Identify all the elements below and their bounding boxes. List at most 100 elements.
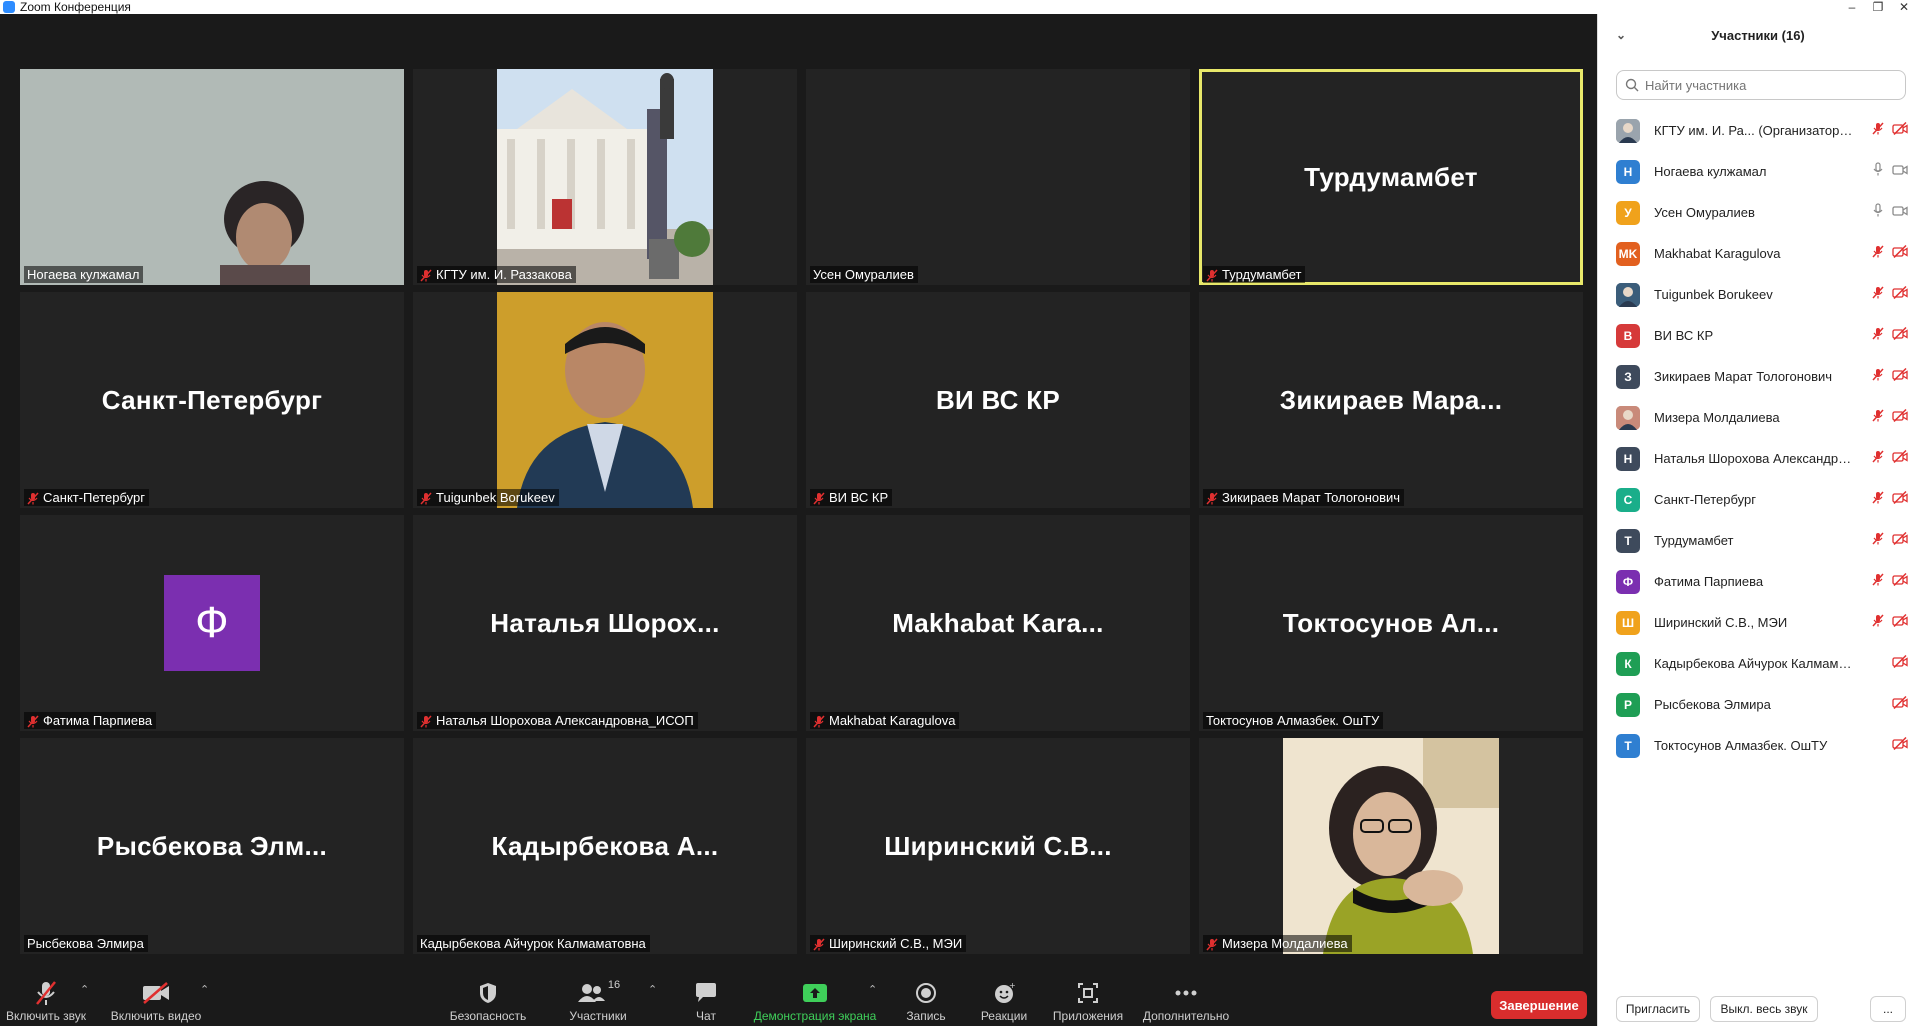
tile-name-label: Ширинский С.В., МЭИ bbox=[810, 935, 967, 952]
reactions-button[interactable]: + Реакции bbox=[968, 969, 1040, 1026]
tile-display-name: Рысбекова Элм... bbox=[96, 830, 328, 861]
participant-row[interactable]: КГТУ им. И. Ра... (Организатор, я) bbox=[1598, 110, 1917, 151]
video-tile[interactable]: Рысбекова Элм... Рысбекова Элмира bbox=[20, 738, 404, 954]
video-tile[interactable]: Ф Фатима Парпиева bbox=[20, 515, 404, 731]
tile-name: Makhabat Karagulova bbox=[829, 713, 956, 728]
participant-status-icons bbox=[1892, 654, 1908, 673]
participant-row[interactable]: Мизера Молдалиева bbox=[1598, 397, 1917, 438]
collapse-chevron-icon[interactable]: ⌄ bbox=[1616, 28, 1626, 42]
minimize-button[interactable]: – bbox=[1840, 0, 1864, 14]
participant-row[interactable]: Р Рысбекова Элмира bbox=[1598, 684, 1917, 725]
close-button[interactable]: ✕ bbox=[1892, 0, 1916, 14]
tile-name-label: Рысбекова Элмира bbox=[24, 935, 148, 952]
participant-name: Токтосунов Алмазбек. ОшТУ bbox=[1654, 738, 1828, 753]
video-tile[interactable]: Усен Омуралиев bbox=[806, 69, 1190, 285]
participant-status-icons bbox=[1872, 244, 1908, 263]
participant-avatar: Н bbox=[1616, 159, 1640, 184]
mic-muted-icon bbox=[1872, 449, 1884, 468]
participant-status-icons bbox=[1872, 162, 1908, 181]
tile-name-label: Фатима Парпиева bbox=[24, 712, 157, 729]
mic-muted-icon bbox=[1872, 408, 1884, 427]
participant-row[interactable]: С Санкт-Петербург bbox=[1598, 479, 1917, 520]
participant-search[interactable] bbox=[1616, 70, 1906, 100]
tile-name: Кадырбекова Айчурок Калмаматовна bbox=[420, 936, 646, 951]
participants-options-caret[interactable]: ⌃ bbox=[648, 983, 657, 996]
video-tile[interactable]: Makhabat Kara... Makhabat Karagulova bbox=[806, 515, 1190, 731]
participant-row[interactable]: Н Наталья Шорохова Александро... bbox=[1598, 438, 1917, 479]
security-button[interactable]: Безопасность bbox=[446, 969, 530, 1026]
participant-row[interactable]: К Кадырбекова Айчурок Калмаматов... bbox=[1598, 643, 1917, 684]
video-tile[interactable]: Санкт-Петербург Санкт-Петербург bbox=[20, 292, 404, 508]
video-tile[interactable]: Турдумамбет Турдумамбет bbox=[1199, 69, 1583, 285]
video-options-caret[interactable]: ⌃ bbox=[200, 983, 209, 996]
participant-status-icons bbox=[1892, 695, 1908, 714]
participant-row[interactable]: Ш Ширинский С.В., МЭИ bbox=[1598, 602, 1917, 643]
participant-status-icons bbox=[1872, 408, 1908, 427]
camera-off-icon bbox=[1892, 490, 1908, 509]
video-tile[interactable]: Зикираев Мара... Зикираев Марат Тологонов… bbox=[1199, 292, 1583, 508]
record-button[interactable]: Запись bbox=[890, 969, 962, 1026]
share-screen-button[interactable]: Демонстрация экрана bbox=[748, 969, 882, 1026]
tile-display-name: Зикираев Мара... bbox=[1279, 384, 1503, 415]
participant-row[interactable]: Н Ногаева кулжамал bbox=[1598, 151, 1917, 192]
search-input[interactable] bbox=[1643, 76, 1887, 94]
restore-button[interactable]: ❐ bbox=[1866, 0, 1890, 14]
mic-muted-icon bbox=[1872, 531, 1884, 550]
participant-name: Мизера Молдалиева bbox=[1654, 410, 1780, 425]
tile-name: Усен Омуралиев bbox=[813, 267, 914, 282]
video-tile[interactable]: Ширинский С.В... Ширинский С.В., МЭИ bbox=[806, 738, 1190, 954]
participant-row[interactable]: Т Турдумамбет bbox=[1598, 520, 1917, 561]
tile-name-label: Зикираев Марат Тологонович bbox=[1203, 489, 1405, 506]
tile-name: Токтосунов Алмазбек. ОшТУ bbox=[1206, 713, 1380, 728]
participant-row[interactable]: Т Токтосунов Алмазбек. ОшТУ bbox=[1598, 725, 1917, 766]
participant-name: ВИ ВС КР bbox=[1654, 328, 1714, 343]
participant-status-icons bbox=[1872, 490, 1908, 509]
participant-row[interactable]: Tuigunbek Borukeev bbox=[1598, 274, 1917, 315]
video-tile[interactable]: КГТУ им. И. Раззакова bbox=[413, 69, 797, 285]
tile-name-label: Мизера Молдалиева bbox=[1203, 935, 1352, 952]
panel-footer: Пригласить Выкл. весь звук ... bbox=[1598, 996, 1917, 1026]
camera-off-icon bbox=[1892, 244, 1908, 263]
video-tile[interactable]: Tuigunbek Borukeev bbox=[413, 292, 797, 508]
video-tile[interactable]: Токтосунов Ал... Токтосунов Алмазбек. ОшТ… bbox=[1199, 515, 1583, 731]
tile-name: Фатима Парпиева bbox=[43, 713, 153, 728]
start-video-button[interactable]: Включить видео bbox=[108, 969, 204, 1026]
mic-muted-icon bbox=[1872, 490, 1884, 509]
share-options-caret[interactable]: ⌃ bbox=[868, 983, 877, 996]
svg-text:+: + bbox=[1009, 982, 1015, 990]
video-tile[interactable]: Мизера Молдалиева bbox=[1199, 738, 1583, 954]
camera-off-icon bbox=[1892, 285, 1908, 304]
panel-more-button[interactable]: ... bbox=[1870, 996, 1906, 1022]
more-button[interactable]: Дополнительно bbox=[1138, 969, 1234, 1026]
participant-row[interactable]: З Зикираев Марат Тологонович bbox=[1598, 356, 1917, 397]
invite-button[interactable]: Пригласить bbox=[1616, 996, 1700, 1022]
apps-button[interactable]: Приложения bbox=[1046, 969, 1130, 1026]
participant-row[interactable]: Ф Фатима Парпиева bbox=[1598, 561, 1917, 602]
participant-name: Зикираев Марат Тологонович bbox=[1654, 369, 1833, 384]
participant-row[interactable]: В ВИ ВС КР bbox=[1598, 315, 1917, 356]
camera-off-icon bbox=[1892, 654, 1908, 673]
tile-name-label: Makhabat Karagulova bbox=[810, 712, 960, 729]
search-icon bbox=[1625, 78, 1639, 92]
participant-row[interactable]: У Усен Омуралиев bbox=[1598, 192, 1917, 233]
video-tile[interactable]: Наталья Шорох... Наталья Шорохова Алексан… bbox=[413, 515, 797, 731]
participant-avatar: Т bbox=[1616, 528, 1640, 553]
mute-all-button[interactable]: Выкл. весь звук bbox=[1710, 996, 1818, 1022]
mic-muted-icon bbox=[27, 714, 39, 728]
video-tile[interactable]: Ногаева кулжамал bbox=[20, 69, 404, 285]
chat-button[interactable]: Чат bbox=[670, 969, 742, 1026]
mic-muted-icon bbox=[1872, 121, 1884, 140]
end-meeting-button[interactable]: Завершение bbox=[1491, 991, 1587, 1019]
mic-muted-icon bbox=[1206, 491, 1218, 505]
participant-name: Фатима Парпиева bbox=[1654, 574, 1764, 589]
participant-avatar: К bbox=[1616, 651, 1640, 676]
unmute-button[interactable]: Включить звук bbox=[4, 969, 88, 1026]
video-tile[interactable]: Кадырбекова А... Кадырбекова Айчурок Калм… bbox=[413, 738, 797, 954]
video-tile[interactable]: ВИ ВС КР ВИ ВС КР bbox=[806, 292, 1190, 508]
participant-name: Ногаева кулжамал bbox=[1654, 164, 1767, 179]
audio-options-caret[interactable]: ⌃ bbox=[80, 983, 89, 996]
participants-button[interactable]: 16 Участники bbox=[556, 969, 640, 1026]
participant-row[interactable]: MK Makhabat Karagulova bbox=[1598, 233, 1917, 274]
mic-muted-icon bbox=[813, 937, 825, 951]
mic-muted-icon bbox=[1206, 268, 1218, 282]
